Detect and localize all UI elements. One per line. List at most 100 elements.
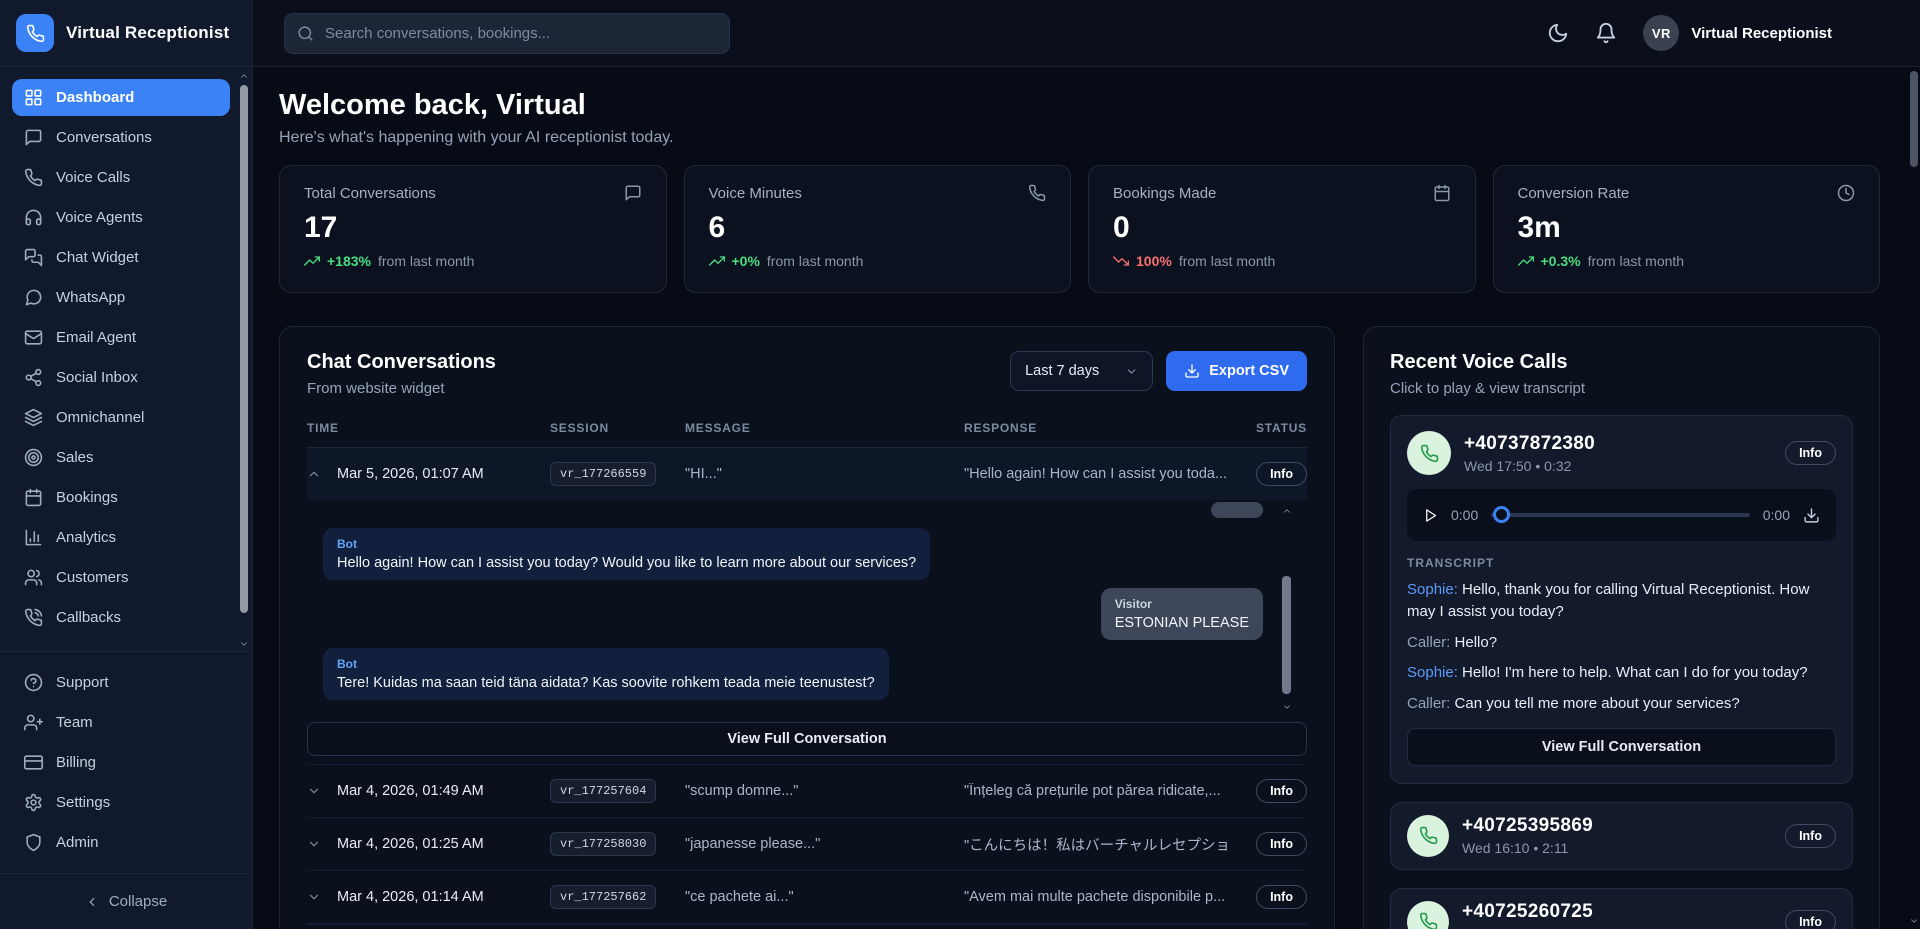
sidebar-item-label: Billing xyxy=(56,754,96,771)
brand: Virtual Receptionist xyxy=(0,0,252,67)
status-badge[interactable]: Info xyxy=(1256,462,1307,486)
row-message: "ce pachete ai..." xyxy=(685,889,964,905)
status-badge[interactable]: Info xyxy=(1785,824,1836,848)
stat-card-conversion-rate: Conversion Rate 3m +0.3% from last month xyxy=(1493,165,1881,293)
sidebar-item-voice-calls[interactable]: Voice Calls xyxy=(12,159,230,196)
sidebar-item-team[interactable]: Team xyxy=(12,704,238,741)
phone-icon xyxy=(1420,444,1439,463)
phone-avatar xyxy=(1407,431,1451,475)
sidebar-scrollbar[interactable] xyxy=(239,71,249,649)
sidebar-item-billing[interactable]: Billing xyxy=(12,744,238,781)
row-response: "Înțeleg că prețurile pot părea ridicate… xyxy=(964,783,1227,799)
sidebar-item-whatsapp[interactable]: WhatsApp xyxy=(12,279,230,316)
scrollbar-thumb[interactable] xyxy=(240,85,248,613)
download-icon[interactable] xyxy=(1803,507,1820,524)
slider-thumb[interactable] xyxy=(1493,506,1510,523)
sidebar-item-omnichannel[interactable]: Omnichannel xyxy=(12,399,230,436)
table-row[interactable]: Mar 4, 2026, 01:49 AM vr_177257604 "scum… xyxy=(307,764,1307,818)
seek-slider[interactable] xyxy=(1491,506,1750,524)
sidebar-item-support[interactable]: Support xyxy=(12,664,238,701)
page-scrollbar[interactable] xyxy=(1909,68,1919,929)
calendar-icon xyxy=(1433,184,1451,202)
sidebar-item-dashboard[interactable]: Dashboard xyxy=(12,79,230,116)
row-response: "Avem mai multe pachete disponibile p... xyxy=(964,889,1227,905)
table-row[interactable]: Mar 4, 2026, 01:14 AM vr_177257662 "ce p… xyxy=(307,871,1307,924)
stat-trend-suffix: from last month xyxy=(378,253,474,269)
chevron-down-icon[interactable] xyxy=(307,837,321,851)
brand-logo xyxy=(16,14,54,52)
sidebar-item-email-agent[interactable]: Email Agent xyxy=(12,319,230,356)
search-input[interactable] xyxy=(284,13,730,54)
stat-label: Conversion Rate xyxy=(1518,185,1630,202)
status-badge[interactable]: Info xyxy=(1256,779,1307,803)
bell-icon[interactable] xyxy=(1595,22,1617,44)
scrollbar-thumb[interactable] xyxy=(1282,576,1291,694)
transcript-line: Caller: Hello? xyxy=(1407,632,1836,654)
sidebar-item-admin[interactable]: Admin xyxy=(12,824,238,861)
moon-icon[interactable] xyxy=(1547,22,1569,44)
sender-label: Bot xyxy=(337,537,916,551)
chevron-up-icon[interactable] xyxy=(239,71,249,81)
status-badge[interactable]: Info xyxy=(1785,910,1836,929)
conversation-scrollbar[interactable] xyxy=(1281,506,1293,712)
stat-trend-suffix: from last month xyxy=(767,253,863,269)
download-icon xyxy=(1184,363,1200,379)
session-badge: vr_177257662 xyxy=(550,885,656,909)
stat-label: Bookings Made xyxy=(1113,185,1216,202)
stat-card-bookings-made: Bookings Made 0 100% from last month xyxy=(1088,165,1476,293)
bot-message-bubble: Bot Tere! Kuidas ma saan teid täna aidat… xyxy=(323,648,889,700)
sidebar-collapse-button[interactable]: Collapse xyxy=(0,873,252,929)
scrollbar-thumb[interactable] xyxy=(1910,71,1918,167)
date-range-select[interactable]: Last 7 days xyxy=(1010,351,1153,391)
table-row[interactable]: Mar 4, 2026, 01:25 AM vr_177258030 "japa… xyxy=(307,818,1307,871)
status-badge[interactable]: Info xyxy=(1785,441,1836,465)
sidebar-item-sales[interactable]: Sales xyxy=(12,439,230,476)
audio-player: 0:00 0:00 xyxy=(1407,489,1836,541)
chevron-up-icon[interactable] xyxy=(1282,506,1292,516)
transcript-line: Caller: Can you tell me more about your … xyxy=(1407,693,1836,715)
chevron-down-icon[interactable] xyxy=(1909,916,1919,926)
view-full-conversation-button[interactable]: View Full Conversation xyxy=(1407,728,1836,766)
sidebar-item-analytics[interactable]: Analytics xyxy=(12,519,230,556)
search xyxy=(284,13,730,54)
status-badge[interactable]: Info xyxy=(1256,832,1307,856)
speaker-label: Caller: xyxy=(1407,695,1450,712)
table-row[interactable]: Mar 5, 2026, 01:07 AM vr_177266559 "HI..… xyxy=(307,448,1307,500)
sidebar-item-chat-widget[interactable]: Chat Widget xyxy=(12,239,230,276)
sidebar-item-settings[interactable]: Settings xyxy=(12,784,238,821)
row-response: "こんにちは！私はバーチャルレセプショ... xyxy=(964,834,1227,855)
voice-call-card[interactable]: +40725395869 Wed 16:10 • 2:11 Info xyxy=(1390,802,1853,870)
sidebar-item-customers[interactable]: Customers xyxy=(12,559,230,596)
expanded-conversation: Bot Hello again! How can I assist you to… xyxy=(307,500,1307,764)
sidebar-item-voice-agents[interactable]: Voice Agents xyxy=(12,199,230,236)
user-name: Virtual Receptionist xyxy=(1691,25,1832,42)
sidebar-item-callbacks[interactable]: Callbacks xyxy=(12,599,230,636)
chevron-up-icon[interactable] xyxy=(307,467,321,481)
play-icon[interactable] xyxy=(1423,507,1438,524)
sidebar-item-conversations[interactable]: Conversations xyxy=(12,119,230,156)
avatar[interactable]: VR xyxy=(1643,15,1679,51)
chevron-down-icon[interactable] xyxy=(307,890,321,904)
chevron-down-icon[interactable] xyxy=(239,639,249,649)
chevron-down-icon[interactable] xyxy=(1282,702,1292,712)
recent-voice-calls-panel: Recent Voice Calls Click to play & view … xyxy=(1363,326,1880,929)
date-range-value: Last 7 days xyxy=(1025,363,1099,379)
export-csv-button[interactable]: Export CSV xyxy=(1166,351,1307,391)
row-time: Mar 4, 2026, 01:49 AM xyxy=(337,783,550,799)
chevron-down-icon[interactable] xyxy=(307,784,321,798)
sidebar-item-bookings[interactable]: Bookings xyxy=(12,479,230,516)
bot-message-bubble: Bot Hello again! How can I assist you to… xyxy=(323,528,930,580)
messages-viewport: Bot Hello again! How can I assist you to… xyxy=(307,500,1307,716)
trending-up-icon xyxy=(709,253,725,269)
topbar: VR Virtual Receptionist xyxy=(253,0,1920,67)
sidebar-item-social-inbox[interactable]: Social Inbox xyxy=(12,359,230,396)
status-badge[interactable]: Info xyxy=(1256,885,1307,909)
voice-call-card[interactable]: +40725260725 Tue 12:39 • 0:47 Info xyxy=(1390,888,1853,929)
message-circle-icon xyxy=(24,288,43,307)
table-row[interactable] xyxy=(307,924,1307,929)
row-message: "HI..." xyxy=(685,466,964,482)
voice-call-card[interactable]: +40737872380 Wed 17:50 • 0:32 Info 0:00 … xyxy=(1390,415,1853,784)
view-full-conversation-button[interactable]: View Full Conversation xyxy=(307,722,1307,756)
user-plus-icon xyxy=(24,713,43,732)
column-session: SESSION xyxy=(550,421,685,435)
